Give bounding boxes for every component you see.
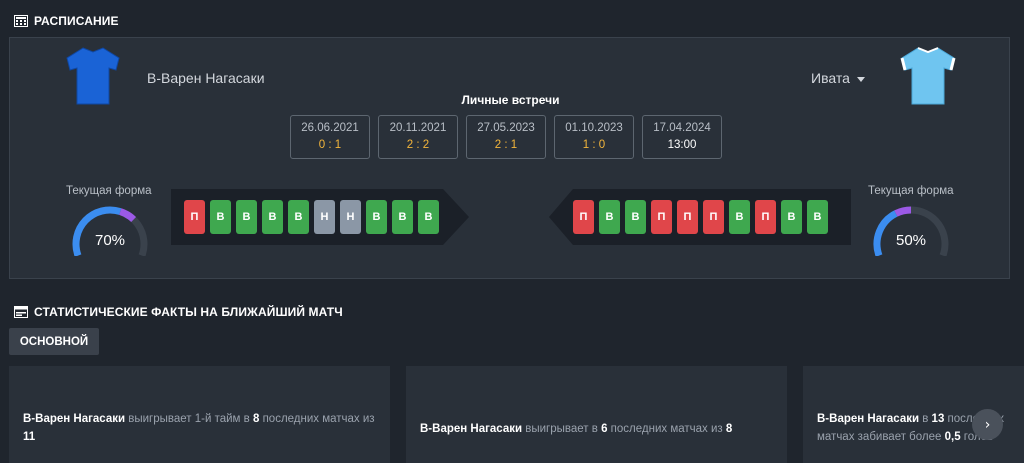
h2h-date: 20.11.2021: [389, 122, 447, 134]
fact-team: В-Варен Нагасаки: [817, 412, 920, 425]
fact-team: В-Варен Нагасаки: [420, 422, 523, 435]
h2h-match[interactable]: 27.05.2023 2 : 1: [466, 115, 546, 159]
home-form-strip: ПВВВВННВВВ: [171, 189, 469, 245]
fact-text: В-Варен Нагасаки выигрывает 1-й тайм в 8…: [23, 410, 376, 446]
facts-title: СТАТИСТИЧЕСКИЕ ФАКТЫ НА БЛИЖАЙШИЙ МАТЧ: [34, 305, 343, 319]
home-result-badge[interactable]: В: [288, 200, 309, 234]
tab-main[interactable]: ОСНОВНОЙ: [9, 328, 99, 355]
h2h-score: 0 : 1: [318, 139, 342, 151]
next-facts-button[interactable]: ›: [972, 409, 1003, 440]
home-result-badge[interactable]: В: [210, 200, 231, 234]
h2h-list: 26.06.2021 0 : 1 20.11.2021 2 : 2 27.05.20…: [290, 115, 722, 159]
h2h-title: Личные встречи: [461, 93, 560, 107]
h2h-kickoff-time: 13:00: [667, 139, 697, 151]
schedule-card: В-Варен Нагасаки Ивата Личные встречи 26…: [9, 37, 1010, 279]
calendar-icon: [14, 15, 28, 27]
away-form-percent: 50%: [895, 232, 927, 249]
away-result-badge[interactable]: В: [781, 200, 802, 234]
fact-number: 8: [725, 422, 733, 435]
h2h-date: 27.05.2023: [477, 122, 535, 134]
h2h-date: 17.04.2024: [653, 122, 711, 134]
home-form-label: Текущая форма: [66, 185, 152, 197]
away-result-badge[interactable]: П: [677, 200, 698, 234]
away-form-label: Текущая форма: [868, 185, 954, 197]
caret-down-icon: [856, 76, 865, 82]
fact-team: В-Варен Нагасаки: [23, 412, 126, 425]
stats-card-icon: [14, 306, 28, 318]
h2h-match-upcoming[interactable]: 17.04.2024 13:00: [642, 115, 722, 159]
fact-card: В-Варен Нагасаки выигрывает 1-й тайм в 8…: [9, 366, 390, 463]
fact-text-part: выигрывает в: [522, 422, 602, 435]
home-result-badge[interactable]: В: [418, 200, 439, 234]
away-result-badge[interactable]: П: [573, 200, 594, 234]
away-team-name: Ивата: [811, 70, 850, 86]
away-result-badge[interactable]: П: [651, 200, 672, 234]
schedule-title: РАСПИСАНИЕ: [34, 14, 119, 28]
h2h-score: 2 : 2: [406, 139, 430, 151]
fact-text-part: последних матчах из: [259, 412, 375, 425]
fact-number: 11: [23, 430, 36, 443]
h2h-match[interactable]: 26.06.2021 0 : 1: [290, 115, 370, 159]
fact-text-part: выигрывает 1-й тайм в: [125, 412, 253, 425]
fact-number: 0,5: [944, 430, 961, 443]
home-result-badge[interactable]: В: [236, 200, 257, 234]
fact-text: В-Варен Нагасаки выигрывает в 6 последни…: [420, 420, 732, 438]
h2h-date: 01.10.2023: [565, 122, 623, 134]
home-result-badge[interactable]: В: [366, 200, 387, 234]
h2h-date: 26.06.2021: [301, 122, 359, 134]
away-result-badge[interactable]: П: [703, 200, 724, 234]
away-result-badge[interactable]: В: [625, 200, 646, 234]
home-result-badge[interactable]: Н: [340, 200, 361, 234]
away-team-selector[interactable]: Ивата: [811, 70, 865, 86]
home-result-badge[interactable]: П: [184, 200, 205, 234]
home-result-badge[interactable]: В: [262, 200, 283, 234]
home-form-percent: 70%: [94, 232, 126, 249]
away-result-badge[interactable]: В: [729, 200, 750, 234]
home-result-badge[interactable]: В: [392, 200, 413, 234]
fact-number: 13: [931, 412, 945, 425]
h2h-score: 2 : 1: [494, 139, 518, 151]
away-result-badge[interactable]: П: [755, 200, 776, 234]
h2h-match[interactable]: 01.10.2023 1 : 0: [554, 115, 634, 159]
away-result-badge[interactable]: В: [599, 200, 620, 234]
away-form-strip: ПВВПППВПВВ: [549, 189, 851, 245]
home-team-name[interactable]: В-Варен Нагасаки: [147, 70, 265, 86]
away-form-results: ПВВПППВПВВ: [573, 200, 828, 234]
facts-header: СТАТИСТИЧЕСКИЕ ФАКТЫ НА БЛИЖАЙШИЙ МАТЧ: [14, 305, 343, 319]
h2h-match[interactable]: 20.11.2021 2 : 2: [378, 115, 458, 159]
home-result-badge[interactable]: Н: [314, 200, 335, 234]
chevron-right-icon: ›: [984, 416, 991, 433]
away-result-badge[interactable]: В: [807, 200, 828, 234]
fact-text-part: в: [919, 412, 932, 425]
fact-card: В-Варен Нагасаки выигрывает в 6 последни…: [406, 366, 787, 463]
home-form-results: ПВВВВННВВВ: [184, 200, 439, 234]
h2h-score: 1 : 0: [582, 139, 606, 151]
fact-text-part: последних матчах из: [607, 422, 726, 435]
schedule-header: РАСПИСАНИЕ: [14, 14, 119, 28]
